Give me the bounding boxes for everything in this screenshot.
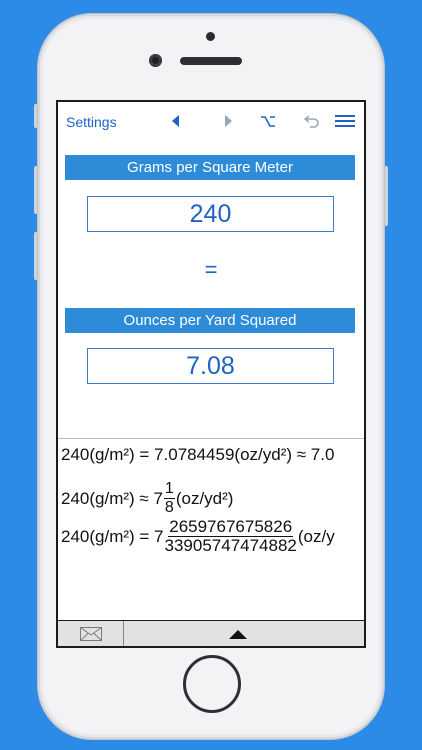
divider bbox=[58, 438, 364, 439]
toolbar: Settings bbox=[58, 102, 364, 142]
equals-sign: = bbox=[204, 257, 218, 282]
result-exact-fraction: 240(g/m²) = 7 2659767675826 339057474748… bbox=[61, 518, 335, 555]
simple-fraction: 1 8 bbox=[163, 480, 175, 517]
triangle-up-icon[interactable] bbox=[228, 629, 248, 639]
proximity-sensor bbox=[206, 32, 215, 41]
bottom-bar bbox=[58, 620, 364, 646]
result-exact-fraction-prefix: 240(g/m²) = 7 bbox=[61, 526, 164, 546]
result-simple-fraction-suffix: (oz/yd²) bbox=[175, 488, 234, 508]
to-unit-selector[interactable]: Ounces per Yard Squared bbox=[65, 308, 355, 333]
front-camera bbox=[149, 54, 162, 67]
app-screen: Settings Grams per Square Meter 240 = Ou… bbox=[56, 100, 366, 648]
triangle-right-icon[interactable] bbox=[220, 111, 236, 131]
home-button[interactable] bbox=[183, 655, 241, 713]
option-key-icon[interactable] bbox=[257, 111, 279, 131]
simple-fraction-numerator: 1 bbox=[163, 480, 175, 499]
from-unit-selector[interactable]: Grams per Square Meter bbox=[65, 155, 355, 180]
undo-icon[interactable] bbox=[302, 111, 322, 131]
to-value-field[interactable]: 7.08 bbox=[87, 348, 334, 384]
triangle-left-icon[interactable] bbox=[168, 111, 184, 131]
mail-envelope-icon[interactable] bbox=[58, 621, 124, 646]
result-decimal: 240(g/m²) = 7.0784459(oz/yd²) ≈ 7.0 bbox=[61, 445, 335, 464]
hamburger-menu-icon[interactable] bbox=[334, 111, 356, 131]
result-simple-fraction-prefix: 240(g/m²) ≈ 7 bbox=[61, 488, 163, 508]
earpiece-speaker bbox=[180, 57, 242, 65]
exact-fraction: 2659767675826 33905747474882 bbox=[165, 518, 297, 555]
from-value-field[interactable]: 240 bbox=[87, 196, 334, 232]
result-simple-fraction: 240(g/m²) ≈ 7 1 8 (oz/yd²) bbox=[61, 480, 233, 517]
exact-fraction-denominator: 33905747474882 bbox=[164, 536, 297, 555]
exact-fraction-numerator: 2659767675826 bbox=[168, 517, 294, 537]
result-exact-fraction-suffix: (oz/y bbox=[297, 526, 335, 546]
settings-button[interactable]: Settings bbox=[66, 114, 117, 130]
simple-fraction-denominator: 8 bbox=[164, 499, 174, 516]
